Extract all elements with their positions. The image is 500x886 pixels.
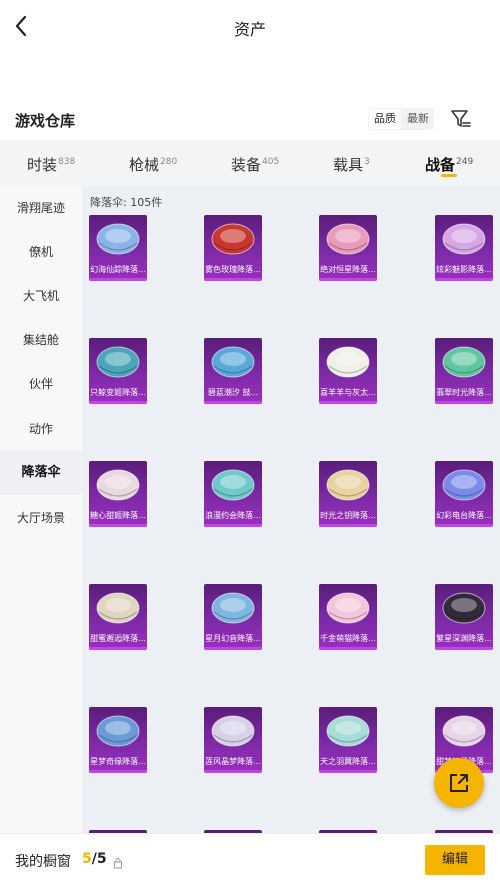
page-title: 资产: [233, 20, 266, 39]
parachute-item[interactable]: 莲风晶梦降落...: [204, 707, 262, 773]
item-name: 莲风晶梦降落...: [205, 757, 261, 766]
item-name: 碧蓝潮汐 鼓...: [207, 388, 259, 397]
sidebar-item-parachute[interactable]: 降落伞: [0, 451, 82, 495]
parachute-item[interactable]: 绝对恒星降落...: [319, 215, 377, 281]
parachute-icon: [326, 346, 370, 378]
category-tabs: 时装838 枪械280 装备405 载具3 战备249: [0, 140, 500, 186]
tab-guns[interactable]: 枪械280: [129, 140, 177, 186]
item-name: 繁星深渊降落...: [436, 634, 492, 643]
item-name: 翡翠时光降落...: [436, 388, 492, 397]
parachute-icon: [326, 715, 370, 747]
parachute-item[interactable]: 天之羽翼降落...: [319, 707, 377, 773]
parachute-icon: [211, 346, 255, 378]
item-name: 天之羽翼降落...: [320, 757, 376, 766]
item-name: 绝对恒星降落...: [320, 265, 376, 274]
showcase-label: 我的橱窗: [15, 854, 71, 870]
sidebar-item-wingman[interactable]: 僚机: [0, 230, 82, 274]
parachute-item[interactable]: 幻彩电台降落...: [435, 461, 493, 527]
sidebar-item-big-plane[interactable]: 大飞机: [0, 274, 82, 318]
item-name: 只鲸变姬降落...: [90, 388, 146, 397]
lock-icon: [113, 854, 123, 869]
parachute-icon: [96, 592, 140, 624]
share-button[interactable]: [434, 758, 484, 808]
parachute-item[interactable]: 星月幻音降落...: [204, 584, 262, 650]
item-name: 幻海仙踪降落...: [90, 265, 146, 274]
parachute-icon: [96, 469, 140, 501]
item-name: 糖心甜姬降落...: [90, 511, 146, 520]
item-name: 炫彩魅影降落...: [436, 265, 492, 274]
parachute-icon: [442, 592, 486, 624]
edit-button[interactable]: 编辑: [425, 845, 485, 875]
item-name: 雾色玫瑰降落...: [205, 265, 261, 274]
parachute-icon: [211, 592, 255, 624]
parachute-item[interactable]: 只鲸变姬降落...: [89, 338, 147, 404]
item-name: 浪漫约会降落...: [205, 511, 261, 520]
sidebar-item-emote[interactable]: 动作: [0, 407, 82, 451]
parachute-icon: [442, 715, 486, 747]
item-name: 甜蜜邂逅降落...: [90, 634, 146, 643]
parachute-item[interactable]: 星梦奇缘降落...: [89, 707, 147, 773]
parachute-icon: [96, 223, 140, 255]
sort-toggle: 品质 最新: [368, 108, 434, 130]
item-name: 星梦奇缘降落...: [90, 757, 146, 766]
filter-icon[interactable]: [450, 108, 472, 130]
parachute-item[interactable]: 糖心甜姬降落...: [89, 461, 147, 527]
parachute-item[interactable]: 繁星深渊降落...: [435, 584, 493, 650]
parachute-item[interactable]: 浪漫约会降落...: [204, 461, 262, 527]
parachute-item[interactable]: 碧蓝潮汐 鼓...: [204, 338, 262, 404]
parachute-item[interactable]: 翡翠时光降落...: [435, 338, 493, 404]
sidebar-item-lobby-scene[interactable]: 大厅场景: [0, 496, 82, 540]
parachute-icon: [211, 223, 255, 255]
parachute-icon: [442, 469, 486, 501]
sidebar-item-glide-trail[interactable]: 滑翔尾迹: [0, 186, 82, 230]
parachute-item[interactable]: 时光之钥降落...: [319, 461, 377, 527]
parachute-icon: [211, 715, 255, 747]
tab-fashion[interactable]: 时装838: [27, 140, 75, 186]
warehouse-title: 游戏仓库: [15, 112, 76, 130]
tab-battle-gear[interactable]: 战备249: [425, 140, 473, 186]
parachute-icon: [326, 223, 370, 255]
item-name: 幻彩电台降落...: [436, 511, 492, 520]
parachute-item[interactable]: 喜羊羊与灰太...: [319, 338, 377, 404]
top-bar: 资产: [0, 0, 500, 52]
item-name: 千金萌猫降落...: [320, 634, 376, 643]
share-export-icon: [450, 774, 468, 792]
parachute-icon: [211, 469, 255, 501]
parachute-item[interactable]: 甜蜜邂逅降落...: [89, 584, 147, 650]
item-count-label: 降落伞: 105件: [90, 196, 163, 209]
tab-vehicles[interactable]: 载具3: [333, 140, 370, 186]
parachute-icon: [326, 469, 370, 501]
item-name: 时光之钥降落...: [320, 511, 376, 520]
parachute-icon: [442, 346, 486, 378]
parachute-icon: [96, 346, 140, 378]
item-name: 喜羊羊与灰太...: [320, 388, 376, 397]
item-grid: 降落伞: 105件 幻海仙踪降落... 雾色玫瑰降落... 绝对恒星降落... 炫彩魅…: [82, 186, 500, 833]
warehouse-header: 游戏仓库 品质 最新: [0, 105, 500, 137]
parachute-item[interactable]: 千金萌猫降落...: [319, 584, 377, 650]
showcase-bar: 我的橱窗 5/5 编辑: [0, 833, 500, 886]
parachute-item[interactable]: 炫彩魅影降落...: [435, 215, 493, 281]
sort-quality-button[interactable]: 品质: [369, 109, 401, 129]
sort-latest-button[interactable]: 最新: [402, 108, 434, 130]
sidebar-item-pod[interactable]: 集结舱: [0, 318, 82, 362]
sidebar-item-companion[interactable]: 伙伴: [0, 362, 82, 406]
parachute-icon: [442, 223, 486, 255]
category-sidebar: 滑翔尾迹 僚机 大飞机 集结舱 伙伴 动作 降落伞 大厅场景: [0, 186, 82, 833]
parachute-item[interactable]: 雾色玫瑰降落...: [204, 215, 262, 281]
tab-equipment[interactable]: 装备405: [231, 140, 279, 186]
item-name: 星月幻音降落...: [205, 634, 261, 643]
showcase-count: 5/5: [82, 851, 107, 867]
active-tab-indicator: [441, 174, 457, 177]
parachute-icon: [96, 715, 140, 747]
parachute-item[interactable]: 幻海仙踪降落...: [89, 215, 147, 281]
parachute-icon: [326, 592, 370, 624]
